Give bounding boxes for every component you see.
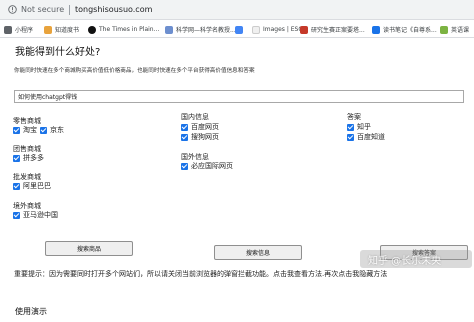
bookmark-label: 英语课 bbox=[451, 27, 470, 34]
bookmarks-bar: 小程序 知道度书 The Times in Plain... 科学网—科学名教授… bbox=[0, 21, 474, 38]
option-label: 京东 bbox=[50, 126, 64, 134]
option-zhihu[interactable]: 知乎 bbox=[347, 122, 371, 132]
option-label: 必应国际网页 bbox=[191, 162, 233, 170]
option-baidu-web[interactable]: 百度网页 bbox=[181, 122, 219, 132]
watermark-text: 知乎 @长乐未央 bbox=[368, 256, 442, 267]
group-title-answers: 答案 bbox=[347, 113, 361, 121]
option-baidu-zhidao[interactable]: 百度知道 bbox=[347, 132, 385, 142]
bookmark-mini-program[interactable]: 小程序 bbox=[4, 24, 33, 35]
page-content: 我能得到什么好处? 你能同时快速在多个商城购买高价值低价格商品，也能同时快速在多… bbox=[12, 38, 474, 322]
bookmark-label: Images | ESO bbox=[263, 26, 304, 33]
search-products-button[interactable]: 搜索商品 bbox=[45, 241, 133, 256]
option-jd[interactable]: 京东 bbox=[40, 125, 64, 135]
bookmark-label: 小程序 bbox=[15, 27, 34, 34]
bookmark-favicon bbox=[440, 25, 448, 34]
bookmark-label: 研究生赛正案要塔... bbox=[311, 27, 365, 34]
bookmark-sciencenet[interactable]: 科学网—科学名教授... bbox=[165, 24, 236, 35]
checkbox-icon[interactable] bbox=[181, 123, 188, 131]
checkbox-icon[interactable] bbox=[181, 162, 188, 170]
bookmark-favicon bbox=[300, 25, 308, 34]
bookmark-english[interactable]: 英语课 bbox=[440, 24, 469, 35]
checkbox-icon[interactable] bbox=[13, 182, 20, 190]
address-bar: Not secure tongshisousuo.com bbox=[0, 0, 474, 20]
checkbox-icon[interactable] bbox=[13, 154, 20, 162]
warning-icon[interactable] bbox=[8, 5, 17, 14]
bookmark-label: 读书笔记《自尊系... bbox=[383, 27, 437, 34]
bookmark-times[interactable]: The Times in Plain... bbox=[88, 24, 159, 35]
checkbox-icon[interactable] bbox=[40, 126, 47, 134]
checkbox-icon[interactable] bbox=[13, 211, 20, 219]
search-input[interactable] bbox=[14, 90, 464, 103]
bookmark-eso-images[interactable]: Images | ESO bbox=[252, 24, 303, 35]
group-title-domestic-info: 国内信息 bbox=[181, 113, 209, 121]
checkbox-icon[interactable] bbox=[347, 133, 354, 141]
option-pinduoduo[interactable]: 拼多多 bbox=[13, 153, 44, 163]
option-amazon-cn[interactable]: 亚马逊中国 bbox=[13, 210, 58, 220]
page-description: 你能同时快速在多个商城购买高价值低价格商品，也能同时快速在多个平台获得高价值信息… bbox=[14, 68, 255, 74]
grid-icon bbox=[4, 25, 12, 34]
option-label: 阿里巴巴 bbox=[23, 182, 51, 190]
option-sogou-web[interactable]: 搜狗网页 bbox=[181, 132, 219, 142]
url-text[interactable]: tongshisousuo.com bbox=[75, 5, 152, 14]
bookmark-zhidao[interactable]: 知道度书 bbox=[44, 24, 79, 35]
bookmark-label: 科学网—科学名教授... bbox=[176, 27, 236, 34]
checkbox-icon[interactable] bbox=[181, 133, 188, 141]
option-label: 百度网页 bbox=[191, 123, 219, 131]
bookmark-unnamed[interactable] bbox=[235, 24, 246, 35]
bookmark-favicon bbox=[252, 25, 260, 34]
important-notice[interactable]: 重要提示：因为需要同时打开多个网站们，所以请关闭当前浏览器的弹窗拦截功能。点击我… bbox=[14, 269, 387, 279]
option-taobao[interactable]: 淘宝 bbox=[13, 125, 37, 135]
omnibox[interactable]: Not secure tongshisousuo.com bbox=[2, 2, 472, 18]
bookmark-favicon bbox=[235, 25, 243, 34]
bookmark-favicon bbox=[88, 25, 96, 34]
search-info-button[interactable]: 搜索信息 bbox=[214, 245, 302, 260]
checkbox-icon[interactable] bbox=[347, 123, 354, 131]
option-label: 知乎 bbox=[357, 123, 371, 131]
option-label: 淘宝 bbox=[23, 126, 37, 134]
option-label: 亚马逊中国 bbox=[23, 211, 58, 219]
address-separator bbox=[69, 5, 70, 15]
bookmark-label: The Times in Plain... bbox=[99, 26, 160, 33]
bookmark-favicon bbox=[165, 25, 173, 34]
not-secure-label[interactable]: Not secure bbox=[21, 5, 64, 14]
bookmark-reading-notes[interactable]: 读书笔记《自尊系... bbox=[372, 24, 437, 35]
bookmark-grad-exam[interactable]: 研究生赛正案要塔... bbox=[300, 24, 365, 35]
option-bing-intl[interactable]: 必应国际网页 bbox=[181, 161, 233, 171]
page-title: 我能得到什么好处? bbox=[15, 47, 101, 58]
option-alibaba[interactable]: 阿里巴巴 bbox=[13, 181, 51, 191]
option-label: 拼多多 bbox=[23, 154, 44, 162]
option-label: 百度知道 bbox=[357, 133, 385, 141]
bookmark-favicon bbox=[44, 25, 52, 34]
usage-demo-heading: 使用演示 bbox=[15, 307, 47, 316]
option-label: 搜狗网页 bbox=[191, 133, 219, 141]
checkbox-icon[interactable] bbox=[13, 126, 20, 134]
bookmark-favicon bbox=[372, 25, 380, 34]
bookmark-label: 知道度书 bbox=[55, 27, 80, 34]
